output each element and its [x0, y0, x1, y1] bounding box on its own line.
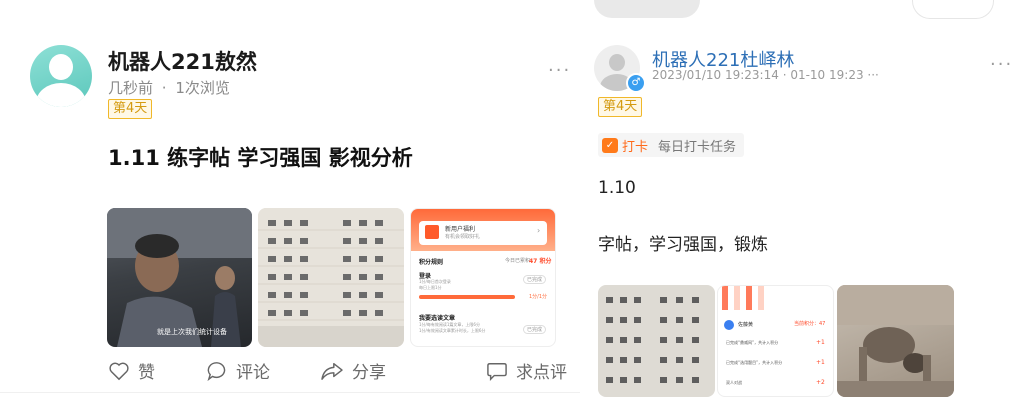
share-label: 分享	[352, 363, 386, 383]
comment-button[interactable]: 评论	[206, 358, 270, 383]
chat-bubble-icon	[487, 362, 507, 381]
avatar-head	[609, 54, 625, 71]
welfare-card: 新用户福利 有机会领取好礼 ›	[419, 221, 547, 245]
rules-title: 积分规则	[419, 259, 444, 266]
today-label: 今日已累积	[505, 258, 531, 264]
avatar-body	[36, 83, 86, 107]
post-image-points[interactable]: 新用户福利 有机会领取好礼 › 积分规则 今日已累积 47 积分 登录 1分/每…	[410, 208, 556, 347]
author-name[interactable]: 机器人221敖然	[108, 46, 257, 76]
exercise-photo-art	[837, 285, 954, 397]
points-row-2: 已完成“选用题目”，共计入积分	[726, 360, 783, 365]
post-image-handwriting-right[interactable]	[598, 285, 715, 397]
post-timestamp-right: 2023/01/10 19:23:14 · 01-10 19:23 ···	[652, 68, 879, 82]
share-icon	[321, 362, 343, 380]
video-subtitle: 就是上次我们统计设备	[157, 328, 227, 336]
points-row-1: 已完成“鼎威网”，共计入积分	[726, 340, 779, 345]
heart-icon	[109, 362, 129, 380]
points-row-3-plus: +2	[816, 379, 825, 386]
points-header-bars	[722, 286, 764, 310]
like-label: 赞	[138, 363, 155, 383]
post-meta: 几秒前 · 1次浏览	[108, 77, 230, 98]
login-progress-text: 1分/1分	[529, 294, 548, 300]
calendar-check-icon: ✓	[602, 137, 618, 153]
welfare-title: 新用户福利	[445, 226, 476, 233]
points-row-3: 双人对战	[726, 380, 742, 385]
request-review-button[interactable]: 求点评	[486, 358, 567, 383]
login-done-badge: 已完成	[523, 275, 547, 284]
request-review-label: 求点评	[516, 363, 567, 383]
day-badge: 第4天	[108, 99, 153, 119]
post-image-points-right[interactable]: 佐藤黄 当前积分：47 已完成“鼎威网”，共计入积分 +1 已完成“选用题目”，…	[717, 285, 834, 397]
male-gender-icon: ♂	[626, 73, 646, 93]
comment-icon	[207, 361, 226, 381]
more-options-icon-right[interactable]: ···	[990, 54, 1013, 75]
like-button[interactable]: 赞	[108, 358, 155, 383]
login-sub: 每日上限1分	[419, 285, 442, 290]
share-button[interactable]: 分享	[320, 358, 386, 383]
welfare-sub: 有机会领取好礼	[445, 234, 481, 240]
more-options-icon[interactable]: ···	[548, 60, 571, 81]
login-progress-bar	[419, 295, 515, 299]
post-time: 几秒前	[108, 79, 154, 97]
articles-title: 我要选读文章	[419, 315, 456, 322]
avatar-head	[49, 54, 73, 80]
articles-sub: 1分/有效阅读文章累计时长，上限6分	[419, 328, 486, 333]
post-title: 1.11 练字帖 学习强国 影视分析	[108, 146, 413, 170]
day-badge-right: 第4天	[598, 97, 643, 117]
post-image-film[interactable]: 就是上次我们统计设备	[107, 208, 252, 347]
post-text-line1: 1.10	[598, 178, 636, 198]
gift-icon	[425, 225, 439, 239]
points-value: 47 积分	[529, 258, 552, 265]
post-divider	[0, 392, 580, 393]
view-count: 1次浏览	[175, 79, 230, 97]
post-image-exercise[interactable]	[837, 285, 954, 397]
top-cropped-button[interactable]	[594, 0, 700, 18]
author-avatar[interactable]	[30, 45, 92, 107]
top-cropped-button-2[interactable]	[912, 0, 994, 19]
comment-label: 评论	[236, 363, 270, 383]
points-username: 佐藤黄	[738, 322, 754, 328]
checkin-task: 每日打卡任务	[658, 139, 737, 155]
user-avatar-icon	[724, 320, 734, 330]
articles-done-badge: 已完成	[523, 325, 547, 334]
checkin-label: 打卡	[622, 139, 649, 155]
handwriting-sheet-art	[258, 208, 404, 347]
meta-separator: ·	[161, 79, 167, 97]
points-row-2-plus: +1	[816, 359, 825, 366]
points-total: 当前积分：47	[794, 321, 826, 327]
points-row-1-plus: +1	[816, 339, 825, 346]
post-text-line2: 字帖，学习强国，锻炼	[598, 235, 768, 255]
handwriting-sheet-art	[606, 297, 699, 383]
post-image-handwriting[interactable]	[258, 208, 404, 347]
chevron-right-icon: ›	[537, 226, 541, 235]
checkin-tag[interactable]: ✓ 打卡 每日打卡任务	[598, 133, 745, 157]
